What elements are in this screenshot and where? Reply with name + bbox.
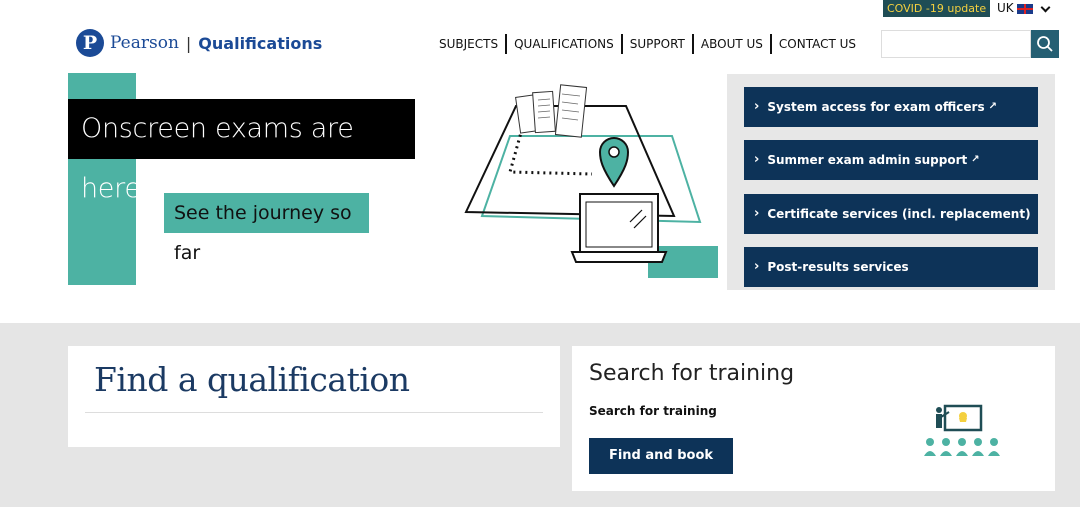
quick-link-system-access[interactable]: › System access for exam officers ↗ [744,87,1038,127]
quick-link-certificate-services[interactable]: › Certificate services (incl. replacemen… [744,194,1038,234]
quick-link-post-results[interactable]: › Post-results services [744,247,1038,287]
nav-contact-us[interactable]: CONTACT US [772,37,863,51]
quick-link-label: System access for exam officers [767,100,985,114]
nav-support[interactable]: SUPPORT [623,37,692,51]
hero-title: Onscreen exams are here... [68,99,415,204]
find-qualification-title[interactable]: Find a qualification [94,360,410,399]
locale-selector[interactable]: UK [997,0,1051,17]
quick-link-label: Certificate services (incl. replacement) [767,207,1031,221]
logo-separator: | [185,33,192,53]
search-input[interactable] [881,30,1031,58]
chevron-right-icon: › [754,99,760,114]
page: COVID -19 update UK P Pearson | Qualific… [0,0,1080,507]
uk-flag-icon [1016,3,1033,14]
onscreen-exam-illustration [464,84,718,278]
nav-qualifications[interactable]: QUALIFICATIONS [507,37,621,51]
training-card: Search for training Search for training … [572,346,1055,491]
locale-label: UK [997,1,1014,15]
chevron-right-icon: › [754,206,760,221]
hero-journey-link[interactable]: See the journey so far [164,193,369,264]
training-title: Search for training [589,361,795,386]
quick-link-label: Summer exam admin support [767,153,968,167]
pearson-p-icon: P [76,29,104,57]
quick-link-label: Post-results services [767,260,909,274]
covid-update-link[interactable]: COVID -19 update [883,0,991,17]
quick-links-panel: › System access for exam officers ↗ › Su… [727,74,1055,290]
quick-link-summer-exam[interactable]: › Summer exam admin support ↗ [744,140,1038,180]
logo-subtitle: Qualifications [198,33,323,53]
main-nav: SUBJECTS QUALIFICATIONS SUPPORT ABOUT US… [432,34,863,54]
search-button[interactable] [1031,30,1059,58]
chevron-right-icon: › [754,259,760,274]
pearson-logo[interactable]: P Pearson | Qualifications [76,29,322,57]
nav-subjects[interactable]: SUBJECTS [432,37,505,51]
search-icon [1037,36,1053,52]
find-qualification-card: Find a qualification [68,346,560,447]
external-link-icon: ↗ [971,154,980,165]
nav-about-us[interactable]: ABOUT US [694,37,770,51]
external-link-icon: ↗ [988,101,997,112]
logo-brand: Pearson [110,33,179,53]
chevron-right-icon: › [754,152,760,167]
divider [85,412,543,413]
training-class-icon [924,404,1000,456]
training-subtitle: Search for training [589,404,717,418]
find-and-book-button[interactable]: Find and book [589,438,733,474]
chevron-down-icon [1040,2,1051,12]
